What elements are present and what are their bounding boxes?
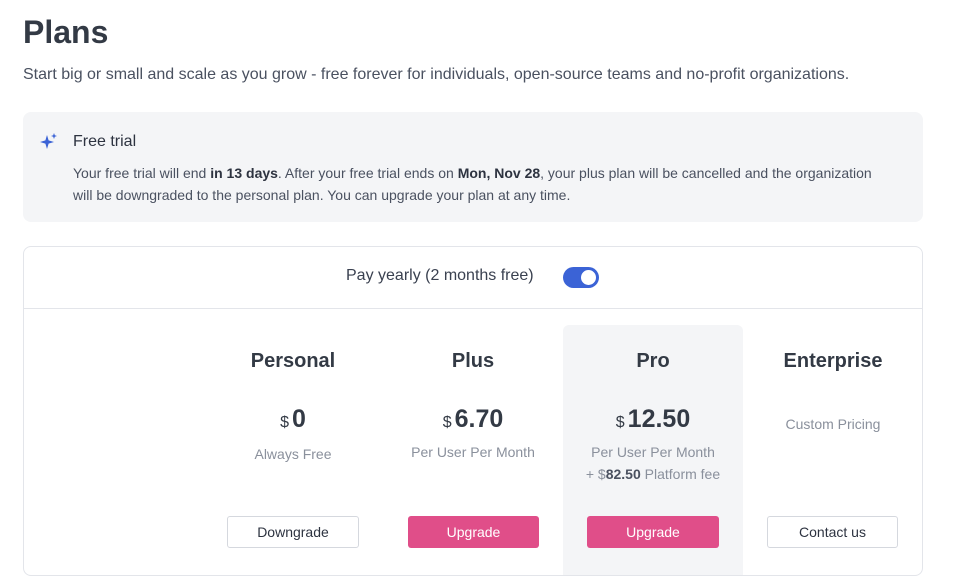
platform-fee-note: + $82.50 Platform fee bbox=[585, 466, 721, 482]
plan-price: $0 bbox=[280, 405, 306, 433]
free-trial-banner: Free trial Your free trial will end in 1… bbox=[23, 112, 923, 222]
custom-pricing-label: Custom Pricing bbox=[785, 416, 881, 432]
plans-card: Pay yearly (2 months free) Personal $0 A… bbox=[23, 246, 923, 576]
plan-price: $12.50 bbox=[615, 405, 691, 433]
plan-price-note: Per User Per Month bbox=[591, 444, 715, 460]
plan-price-note: Per User Per Month bbox=[411, 444, 535, 460]
trial-end-date: Mon, Nov 28 bbox=[457, 165, 541, 181]
upgrade-pro-button[interactable]: Upgrade bbox=[587, 516, 719, 548]
toggle-knob bbox=[581, 270, 596, 285]
free-trial-title: Free trial bbox=[73, 133, 137, 150]
billing-period-row: Pay yearly (2 months free) bbox=[24, 247, 922, 309]
page-title: Plans bbox=[23, 14, 109, 50]
plan-price: $6.70 bbox=[442, 405, 504, 433]
plan-name: Enterprise bbox=[783, 350, 883, 372]
upgrade-plus-button[interactable]: Upgrade bbox=[408, 516, 539, 548]
plan-plus: Plus $6.70 Per User Per Month Upgrade bbox=[383, 325, 563, 575]
contact-us-button[interactable]: Contact us bbox=[767, 516, 898, 548]
trial-days-remaining: in 13 days bbox=[210, 165, 278, 181]
plan-name: Plus bbox=[451, 350, 495, 372]
plan-personal: Personal $0 Always Free Downgrade bbox=[203, 325, 383, 575]
plan-name: Pro bbox=[636, 350, 670, 372]
plan-enterprise: Enterprise Custom Pricing Contact us bbox=[743, 325, 922, 575]
plan-pro: Pro $12.50 Per User Per Month + $82.50 P… bbox=[563, 325, 743, 575]
sparkle-icon bbox=[40, 133, 58, 151]
pay-yearly-toggle[interactable] bbox=[563, 267, 599, 288]
downgrade-button[interactable]: Downgrade bbox=[227, 516, 359, 548]
free-trial-description: Your free trial will end in 13 days. Aft… bbox=[73, 165, 872, 203]
plan-price-note: Always Free bbox=[254, 446, 332, 462]
pay-yearly-label: Pay yearly (2 months free) bbox=[346, 267, 534, 284]
plan-name: Personal bbox=[250, 350, 336, 372]
page-subtitle: Start big or small and scale as you grow… bbox=[23, 66, 850, 83]
